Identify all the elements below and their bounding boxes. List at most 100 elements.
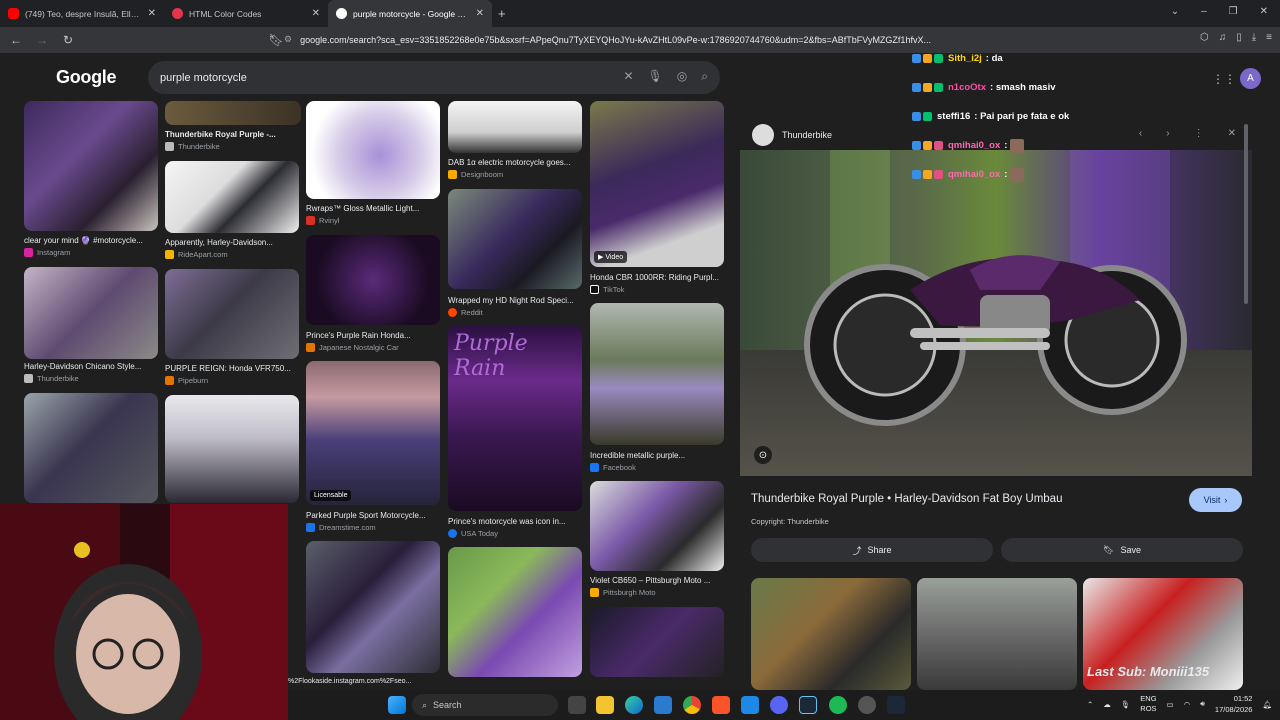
save-button[interactable]: 🔖︎ Save <box>1001 538 1243 562</box>
lens-icon[interactable]: ◎ <box>677 69 687 84</box>
result-image-16[interactable]: ▶ Video <box>590 101 724 267</box>
vscode-icon[interactable] <box>741 696 759 714</box>
sidebar-icon[interactable]: ▯ <box>1236 32 1242 43</box>
tab-youtube[interactable]: (749) Teo, despre Insulă, Ella și iubita… <box>0 0 164 27</box>
start-icon[interactable] <box>388 696 406 714</box>
result-source[interactable]: Pipeburn <box>165 376 208 385</box>
result-source[interactable]: Instagram <box>24 248 70 257</box>
back-icon[interactable]: ← <box>6 33 26 47</box>
result-caption[interactable]: Prince's Purple Rain Honda... <box>306 331 440 340</box>
volume-icon[interactable]: 🔊︎ <box>1200 699 1205 709</box>
mic-icon[interactable]: 🎙︎ <box>648 69 663 84</box>
notification-icon[interactable]: 🔔︎ <box>1262 700 1272 709</box>
result-source[interactable]: TikTok <box>590 285 624 294</box>
result-source[interactable]: Pittsburgh Moto <box>590 588 656 597</box>
result-source[interactable]: Designboom <box>448 170 503 179</box>
related-image-1[interactable] <box>751 578 911 690</box>
tab-search-icon[interactable]: ⌄ <box>1171 6 1179 17</box>
account-avatar[interactable]: A <box>1240 68 1261 89</box>
result-caption[interactable]: Violet CB650 – Pittsburgh Moto ... <box>590 576 724 585</box>
chrome-icon[interactable] <box>683 696 701 714</box>
brave-icon[interactable] <box>712 696 730 714</box>
result-source[interactable]: Dreamstime.com <box>306 523 376 532</box>
result-caption[interactable]: Wrapped my HD Night Rod Speci... <box>448 296 582 305</box>
result-image-8[interactable] <box>306 101 440 199</box>
result-image-9[interactable] <box>306 235 440 325</box>
result-source[interactable]: RideApart.com <box>165 250 228 259</box>
result-caption[interactable]: clear your mind 🔮 #motorcycle... <box>24 236 158 245</box>
result-image-5[interactable] <box>165 161 299 233</box>
discord-icon[interactable] <box>770 696 788 714</box>
result-caption[interactable]: Incredible metallic purple... <box>590 451 724 460</box>
edge-icon[interactable] <box>625 696 643 714</box>
menu-icon[interactable]: ≡ <box>1266 32 1272 43</box>
result-source[interactable]: Reddit <box>448 308 483 317</box>
result-source[interactable]: Japanese Nostalgic Car <box>306 343 399 352</box>
close-tab-icon[interactable]: ✕ <box>476 8 484 19</box>
url-field[interactable]: ⚙ google.com/search?sca_esv=3351852268e0… <box>284 29 964 50</box>
bookmark-icon[interactable]: 🔖︎ <box>266 33 286 47</box>
result-image-12[interactable] <box>448 101 582 153</box>
extension-icon[interactable]: ⬡ <box>1200 32 1209 43</box>
tab-google-search[interactable]: purple motorcycle - Google Search ✕ <box>328 0 492 27</box>
wifi-icon[interactable]: ◠ <box>1184 700 1191 709</box>
result-caption[interactable]: Apparently, Harley-Davidson... <box>165 238 299 247</box>
result-image-19[interactable] <box>590 607 724 677</box>
result-caption[interactable]: Rwraps™ Gloss Metallic Light... <box>306 204 440 213</box>
forward-icon[interactable]: → <box>32 33 52 47</box>
language-indicator[interactable]: ENG ROS <box>1140 694 1156 714</box>
result-image-6[interactable] <box>165 269 299 359</box>
result-caption[interactable]: Prince's motorcycle was icon in... <box>448 517 582 526</box>
settings-icon[interactable] <box>858 696 876 714</box>
panel-scrollbar[interactable] <box>1240 112 1260 690</box>
site-info-icon[interactable]: ⚙ <box>284 34 292 45</box>
result-source[interactable]: Thunderbike <box>24 374 79 383</box>
reload-icon[interactable]: ↻ <box>58 33 78 47</box>
preview-image[interactable] <box>740 150 1252 476</box>
display-icon[interactable]: ▭ <box>1167 700 1174 709</box>
maximize-icon[interactable]: ❐ <box>1229 6 1238 17</box>
result-source[interactable]: Facebook <box>590 463 636 472</box>
result-image-1[interactable] <box>24 101 158 231</box>
search-input[interactable]: purple motorcycle ✕ 🎙︎ ◎ ⌕ <box>148 61 720 94</box>
file-explorer-icon[interactable] <box>596 696 614 714</box>
result-image-18[interactable] <box>590 481 724 571</box>
google-logo[interactable]: Google <box>56 67 117 88</box>
spotify-icon[interactable] <box>829 696 847 714</box>
search-icon[interactable]: ⌕ <box>701 69 708 84</box>
close-tab-icon[interactable]: ✕ <box>148 8 156 19</box>
network-icon[interactable]: ☁ <box>1103 700 1111 709</box>
steam-icon[interactable] <box>799 696 817 714</box>
result-image-3[interactable] <box>24 393 158 503</box>
close-tab-icon[interactable]: ✕ <box>312 8 320 19</box>
result-caption[interactable]: DAB 1α electric motorcycle goes... <box>448 158 582 167</box>
result-image-17[interactable] <box>590 303 724 445</box>
panel-source[interactable]: Thunderbike <box>752 124 832 146</box>
new-tab-icon[interactable]: + <box>498 6 506 21</box>
share-button[interactable]: ⤴ Share <box>751 538 993 562</box>
result-image-2[interactable] <box>24 267 158 359</box>
result-image-4[interactable] <box>165 101 301 125</box>
media-icon[interactable]: ♫ <box>1219 32 1227 43</box>
result-image-13[interactable] <box>448 189 582 289</box>
result-source[interactable]: Rvinyl <box>306 216 339 225</box>
close-window-icon[interactable]: ✕ <box>1260 6 1268 17</box>
result-image-14[interactable]: Purple Rain <box>448 325 582 511</box>
download-icon[interactable]: ⤓ <box>1252 32 1256 43</box>
steam-icon[interactable] <box>887 696 905 714</box>
result-caption[interactable]: Harley-Davidson Chicano Style... <box>24 362 158 371</box>
visit-button[interactable]: Visit › <box>1189 488 1242 512</box>
clear-icon[interactable]: ✕ <box>623 69 633 84</box>
result-caption[interactable]: Honda CBR 1000RR: Riding Purpl... <box>590 273 724 282</box>
result-image-15[interactable] <box>448 547 582 677</box>
result-caption[interactable]: PURPLE REIGN: Honda VFR750... <box>165 364 299 373</box>
result-image-10[interactable]: Licensable <box>306 361 440 505</box>
google-apps-icon[interactable]: ⋮⋮ <box>1212 72 1236 86</box>
clock[interactable]: 01:52 17/08/2026 <box>1215 693 1253 715</box>
related-image-2[interactable] <box>917 578 1077 690</box>
lens-icon[interactable]: ⊙ <box>754 446 772 464</box>
chevron-up-icon[interactable]: ⌃ <box>1087 700 1093 709</box>
result-caption[interactable]: Parked Purple Sport Motorcycle... <box>306 511 440 520</box>
result-source[interactable]: USA Today <box>448 529 498 538</box>
preview-title[interactable]: Thunderbike Royal Purple • Harley-Davids… <box>751 493 1062 505</box>
